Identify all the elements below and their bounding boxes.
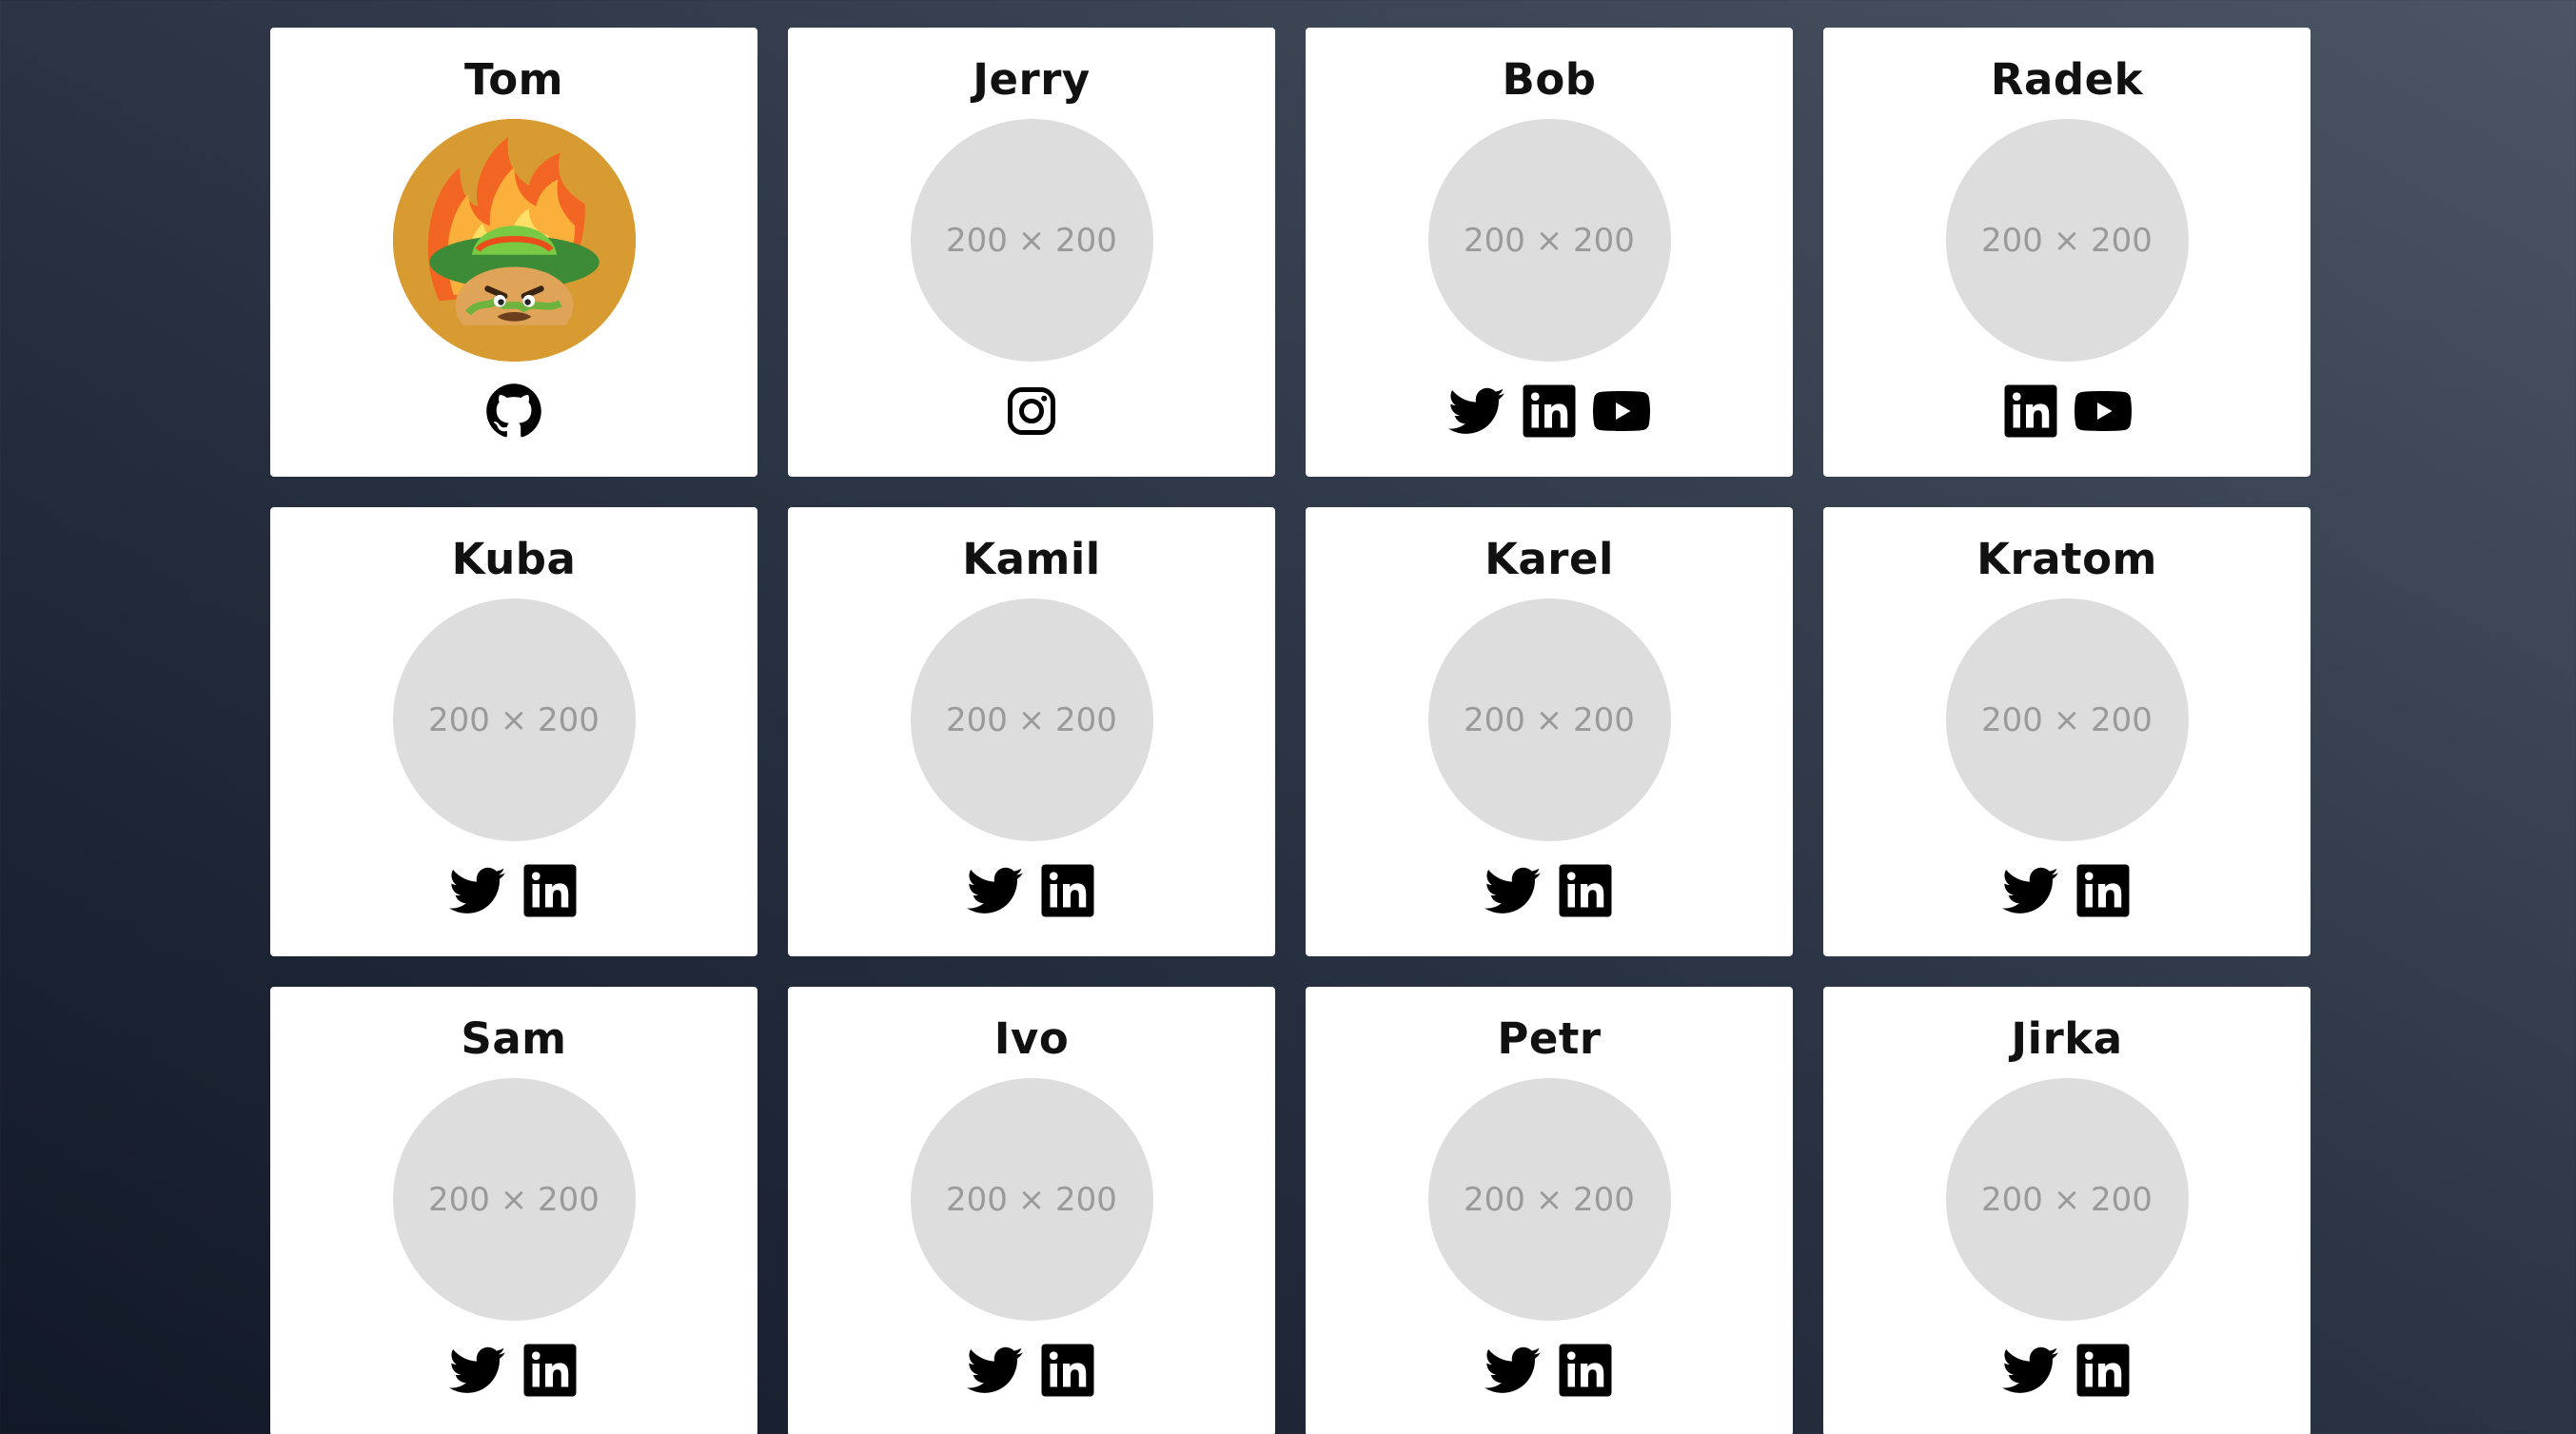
member-name: Radek — [1990, 54, 2144, 105]
social-links — [485, 383, 542, 440]
member-name: Kratom — [1976, 534, 2157, 584]
social-links — [1485, 862, 1614, 919]
twitter-icon — [1485, 1346, 1541, 1393]
linkedin-link[interactable] — [1521, 383, 1578, 440]
linkedin-icon — [1523, 384, 1576, 438]
member-avatar-placeholder: 200 × 200 — [910, 599, 1153, 841]
linkedin-link[interactable] — [2075, 1342, 2132, 1399]
social-links — [1003, 383, 1060, 440]
member-card: Tom — [270, 28, 757, 477]
social-links — [449, 862, 579, 919]
member-card: Radek 200 × 200 — [1823, 28, 2311, 477]
social-links — [967, 1342, 1096, 1399]
linkedin-link[interactable] — [1039, 1342, 1096, 1399]
taco-sombrero-image — [392, 119, 636, 362]
youtube-link[interactable] — [1593, 383, 1650, 440]
social-links — [1485, 1342, 1614, 1399]
member-name: Petr — [1497, 1013, 1602, 1064]
member-card: Bob 200 × 200 — [1306, 28, 1793, 477]
social-links — [449, 1342, 579, 1399]
team-grid: Tom Jerry 200 × 200 Bob 200 × 200 Radek … — [270, 28, 2311, 1434]
member-avatar-placeholder: 200 × 200 — [1427, 599, 1671, 841]
member-name: Jirka — [2011, 1013, 2123, 1064]
twitter-icon — [967, 1346, 1023, 1393]
member-avatar-placeholder: 200 × 200 — [392, 599, 636, 841]
twitter-icon — [1448, 387, 1504, 434]
twitter-link[interactable] — [1485, 862, 1542, 919]
member-card: Kuba 200 × 200 — [270, 507, 757, 956]
twitter-link[interactable] — [2002, 1342, 2059, 1399]
twitter-icon — [449, 867, 505, 913]
member-avatar-placeholder: 200 × 200 — [392, 1078, 636, 1321]
member-avatar-placeholder: 200 × 200 — [1427, 1078, 1671, 1321]
member-avatar — [392, 119, 636, 362]
member-name: Ivo — [993, 1013, 1070, 1064]
linkedin-icon — [1559, 864, 1612, 917]
youtube-icon — [1593, 391, 1650, 431]
twitter-icon — [2002, 867, 2058, 913]
twitter-link[interactable] — [449, 1342, 506, 1399]
twitter-icon — [967, 867, 1023, 913]
member-name: Tom — [463, 54, 564, 105]
member-name: Karel — [1485, 534, 1614, 584]
github-icon — [486, 383, 541, 438]
member-card: Petr 200 × 200 — [1306, 987, 1793, 1434]
social-links — [2002, 383, 2132, 440]
linkedin-link[interactable] — [2002, 383, 2059, 440]
member-card: Ivo 200 × 200 — [788, 987, 1275, 1434]
member-avatar-placeholder: 200 × 200 — [1945, 1078, 2189, 1321]
member-name: Sam — [461, 1013, 567, 1064]
member-card: Karel 200 × 200 — [1306, 507, 1793, 956]
github-link[interactable] — [485, 383, 542, 440]
twitter-icon — [449, 1346, 505, 1393]
linkedin-icon — [1041, 864, 1094, 917]
member-name: Kuba — [451, 534, 577, 584]
member-card: Kratom 200 × 200 — [1823, 507, 2311, 956]
instagram-icon — [1008, 387, 1055, 435]
youtube-icon — [2075, 391, 2132, 431]
youtube-link[interactable] — [2075, 383, 2132, 440]
member-card: Jirka 200 × 200 — [1823, 987, 2311, 1434]
member-avatar-placeholder: 200 × 200 — [910, 119, 1153, 362]
member-avatar-placeholder: 200 × 200 — [910, 1078, 1153, 1321]
twitter-link[interactable] — [1485, 1342, 1542, 1399]
linkedin-icon — [2076, 864, 2130, 917]
linkedin-link[interactable] — [521, 1342, 579, 1399]
twitter-icon — [2002, 1346, 2058, 1393]
member-name: Jerry — [973, 54, 1091, 105]
twitter-link[interactable] — [449, 862, 506, 919]
member-avatar-placeholder: 200 × 200 — [1945, 599, 2189, 841]
linkedin-link[interactable] — [1557, 862, 1614, 919]
member-name: Kamil — [962, 534, 1101, 584]
social-links — [2002, 862, 2132, 919]
linkedin-icon — [2076, 1344, 2130, 1397]
social-links — [967, 862, 1096, 919]
linkedin-link[interactable] — [1039, 862, 1096, 919]
linkedin-icon — [1041, 1344, 1094, 1397]
linkedin-link[interactable] — [1557, 1342, 1614, 1399]
member-name: Bob — [1502, 54, 1597, 105]
linkedin-icon — [2004, 384, 2057, 438]
twitter-link[interactable] — [1448, 383, 1505, 440]
linkedin-link[interactable] — [2075, 862, 2132, 919]
twitter-icon — [1485, 867, 1541, 913]
linkedin-icon — [523, 864, 577, 917]
instagram-link[interactable] — [1003, 383, 1060, 440]
member-avatar-placeholder: 200 × 200 — [1945, 119, 2189, 362]
twitter-link[interactable] — [2002, 862, 2059, 919]
linkedin-icon — [1559, 1344, 1612, 1397]
linkedin-link[interactable] — [521, 862, 579, 919]
social-links — [2002, 1342, 2132, 1399]
member-card: Sam 200 × 200 — [270, 987, 757, 1434]
member-card: Kamil 200 × 200 — [788, 507, 1275, 956]
member-card: Jerry 200 × 200 — [788, 28, 1275, 477]
twitter-link[interactable] — [967, 862, 1024, 919]
twitter-link[interactable] — [967, 1342, 1024, 1399]
social-links — [1448, 383, 1650, 440]
linkedin-icon — [523, 1344, 577, 1397]
member-avatar-placeholder: 200 × 200 — [1427, 119, 1671, 362]
